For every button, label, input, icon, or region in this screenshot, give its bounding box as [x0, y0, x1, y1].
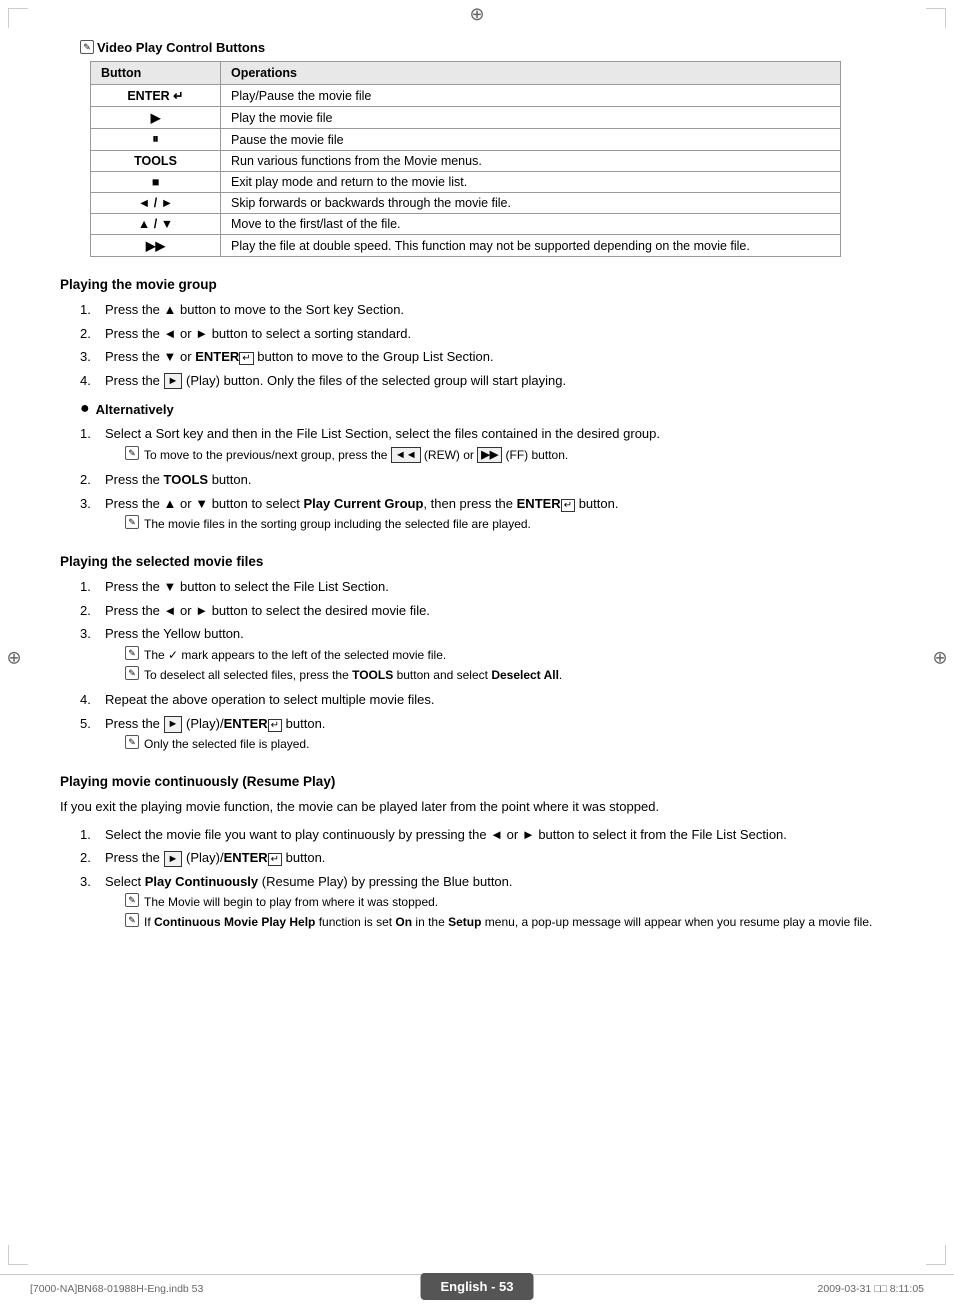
table-row: ▶Play the movie file: [91, 107, 841, 129]
crosshair-top: ⊕: [462, 0, 492, 28]
section-title-resume: Playing movie continuously (Resume Play): [60, 774, 894, 789]
table-cell-operation: Play the movie file: [221, 107, 841, 129]
section-resume-play: Playing movie continuously (Resume Play)…: [60, 774, 894, 934]
table-row: ▲ / ▼Move to the first/last of the file.: [91, 214, 841, 235]
note-line: ✎ To move to the previous/next group, pr…: [125, 447, 894, 464]
table-cell-operation: Move to the first/last of the file.: [221, 214, 841, 235]
note-icon: ✎: [125, 646, 139, 660]
list-item: 5. Press the ► (Play)/ENTER↵ button. ✎ O…: [60, 714, 894, 756]
table-cell-button: ⏸: [91, 129, 221, 151]
table-cell-button: ▶: [91, 107, 221, 129]
list-item: 1. Press the ▲ button to move to the Sor…: [60, 300, 894, 320]
list-item: 3. Select Play Continuously (Resume Play…: [60, 872, 894, 934]
section-selected-movie: Playing the selected movie files 1. Pres…: [60, 554, 894, 756]
table-cell-button: ▶▶: [91, 235, 221, 257]
list-item: 3. Press the ▼ or ENTER↵ button to move …: [60, 347, 894, 367]
table-row: ◄ / ►Skip forwards or backwards through …: [91, 193, 841, 214]
list-item: 1. Press the ▼ button to select the File…: [60, 577, 894, 597]
footer-left-text: [7000-NA]BN68-01988H-Eng.indb 53: [30, 1283, 203, 1295]
crosshair-left: ⊕: [0, 647, 28, 668]
note-icon-title: ✎: [80, 40, 94, 54]
note-icon: ✎: [125, 446, 139, 460]
note-line: ✎ The movie files in the sorting group i…: [125, 516, 894, 533]
crosshair-right: ⊕: [926, 647, 954, 668]
section-title: Video Play Control Buttons: [97, 40, 265, 55]
note-icon: ✎: [125, 893, 139, 907]
table-row: ⏸Pause the movie file: [91, 129, 841, 151]
list-item: 4. Repeat the above operation to select …: [60, 690, 894, 710]
page-container: ⊕ ⊕ ⊕ ✎ Video Play Control Buttons Butto…: [0, 0, 954, 1315]
table-cell-operation: Skip forwards or backwards through the m…: [221, 193, 841, 214]
table-cell-button: ENTER ↵: [91, 85, 221, 107]
table-cell-operation: Pause the movie file: [221, 129, 841, 151]
list-item: 3. Press the Yellow button. ✎ The ✓ mark…: [60, 624, 894, 686]
list-item: 1. Select the movie file you want to pla…: [60, 825, 894, 845]
table-cell-button: ◄ / ►: [91, 193, 221, 214]
table-cell-operation: Play the file at double speed. This func…: [221, 235, 841, 257]
table-row: ■Exit play mode and return to the movie …: [91, 172, 841, 193]
note-line: ✎ The Movie will begin to play from wher…: [125, 894, 894, 911]
table-row: TOOLSRun various functions from the Movi…: [91, 151, 841, 172]
table-cell-operation: Run various functions from the Movie men…: [221, 151, 841, 172]
english-badge: English - 53: [421, 1273, 534, 1300]
movie-group-steps: 1. Press the ▲ button to move to the Sor…: [60, 300, 894, 390]
corner-bl: [8, 1245, 28, 1265]
note-line: ✎ Only the selected file is played.: [125, 736, 894, 753]
list-item: 4. Press the ► (Play) button. Only the f…: [60, 371, 894, 391]
note-line: ✎ If Continuous Movie Play Help function…: [125, 914, 894, 931]
footer-right-text: 2009-03-31 □□ 8:11:05: [818, 1283, 924, 1295]
corner-br: [926, 1245, 946, 1265]
corner-tl: [8, 8, 28, 28]
table-cell-operation: Play/Pause the movie file: [221, 85, 841, 107]
table-cell-button: TOOLS: [91, 151, 221, 172]
note-icon: ✎: [125, 666, 139, 680]
control-table: Button Operations ENTER ↵Play/Pause the …: [90, 61, 841, 257]
alternatively-label: Alternatively: [96, 402, 174, 417]
note-icon: ✎: [125, 735, 139, 749]
note-line: ✎ The ✓ mark appears to the left of the …: [125, 647, 894, 664]
table-header-button: Button: [91, 62, 221, 85]
section-playing-movie-group: Playing the movie group 1. Press the ▲ b…: [60, 277, 894, 536]
list-item: 2. Press the ► (Play)/ENTER↵ button.: [60, 848, 894, 868]
section-title-movie-group: Playing the movie group: [60, 277, 894, 292]
list-item: 2. Press the TOOLS button.: [60, 470, 894, 490]
table-cell-button: ▲ / ▼: [91, 214, 221, 235]
note-icon: ✎: [125, 913, 139, 927]
table-cell-button: ■: [91, 172, 221, 193]
table-row: ▶▶Play the file at double speed. This fu…: [91, 235, 841, 257]
list-item: 2. Press the ◄ or ► button to select the…: [60, 601, 894, 621]
table-cell-operation: Exit play mode and return to the movie l…: [221, 172, 841, 193]
selected-movie-steps: 1. Press the ▼ button to select the File…: [60, 577, 894, 756]
list-item: 1. Select a Sort key and then in the Fil…: [60, 424, 894, 466]
alternatively-steps: 1. Select a Sort key and then in the Fil…: [60, 424, 894, 536]
table-header-operations: Operations: [221, 62, 841, 85]
note-line: ✎ To deselect all selected files, press …: [125, 667, 894, 684]
resume-intro: If you exit the playing movie function, …: [60, 797, 894, 817]
note-icon: ✎: [125, 515, 139, 529]
section-title-selected-movie: Playing the selected movie files: [60, 554, 894, 569]
corner-tr: [926, 8, 946, 28]
resume-steps: 1. Select the movie file you want to pla…: [60, 825, 894, 934]
table-row: ENTER ↵Play/Pause the movie file: [91, 85, 841, 107]
list-item: 3. Press the ▲ or ▼ button to select Pla…: [60, 494, 894, 536]
list-item: 2. Press the ◄ or ► button to select a s…: [60, 324, 894, 344]
